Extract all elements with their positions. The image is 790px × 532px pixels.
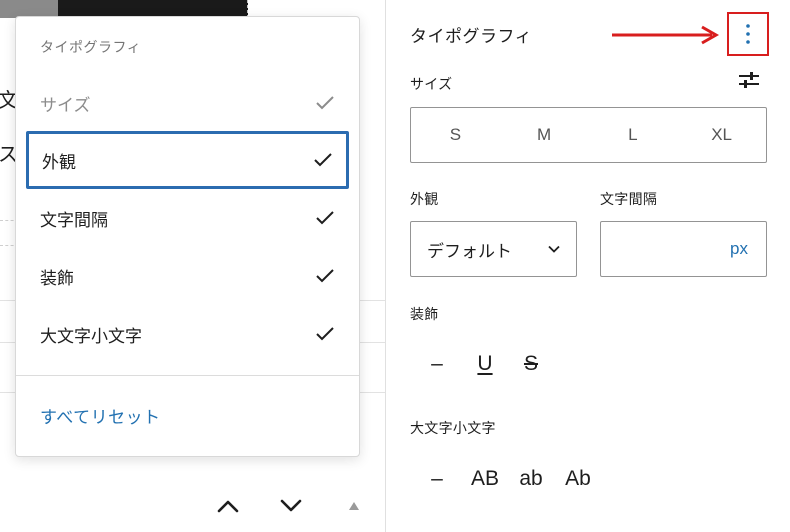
move-up-button[interactable] <box>214 492 242 520</box>
font-size-option-s[interactable]: S <box>411 125 500 145</box>
letter-case-none-button[interactable]: – <box>424 465 450 493</box>
chevron-down-icon <box>548 245 560 253</box>
letter-case-capitalize-button[interactable]: Ab <box>560 465 596 493</box>
decoration-none-button[interactable]: – <box>424 350 450 378</box>
chevron-up-icon <box>217 500 239 513</box>
typography-options-menu: タイポグラフィ サイズ 外観 文字間隔 装飾 大文字小文字 すべてリセット <box>15 16 360 457</box>
menu-item-label: 大文字小文字 <box>40 326 142 347</box>
menu-item-appearance[interactable]: 外観 <box>26 131 349 189</box>
font-size-picker: S M L XL <box>410 107 767 163</box>
size-label: サイズ <box>410 77 453 93</box>
menu-title: タイポグラフィ <box>40 40 142 56</box>
letter-spacing-input[interactable]: px <box>600 221 767 277</box>
sliders-icon <box>739 72 759 88</box>
move-down-button[interactable] <box>277 492 305 520</box>
chevron-down-icon <box>280 499 302 512</box>
check-icon <box>315 210 335 226</box>
decoration-label: 装飾 <box>410 307 439 323</box>
options-button[interactable] <box>729 14 767 54</box>
appearance-label: 外観 <box>410 192 439 208</box>
check-icon <box>315 326 335 342</box>
menu-item-label: サイズ <box>40 95 91 116</box>
typography-panel: タイポグラフィ サイズ S M L XL 外観 文字間隔 デフォルト px 装飾… <box>386 0 790 532</box>
menu-separator <box>16 375 359 376</box>
check-icon <box>313 152 333 168</box>
menu-item-letter-spacing[interactable]: 文字間隔 <box>26 189 349 247</box>
menu-item-letter-case[interactable]: 大文字小文字 <box>26 305 349 363</box>
appearance-value: デフォルト <box>427 241 512 262</box>
menu-item-label: 文字間隔 <box>40 210 108 231</box>
letter-case-label: 大文字小文字 <box>410 421 496 437</box>
scroll-up-button[interactable] <box>344 492 364 520</box>
font-size-option-l[interactable]: L <box>589 125 678 145</box>
font-size-option-m[interactable]: M <box>500 125 589 145</box>
reset-all-button[interactable]: すべてリセット <box>40 403 161 428</box>
font-size-option-xl[interactable]: XL <box>677 125 766 145</box>
menu-item-label: 装飾 <box>40 268 74 289</box>
decoration-strikethrough-button[interactable]: S <box>518 350 544 378</box>
letter-case-lowercase-button[interactable]: ab <box>514 465 548 493</box>
check-icon <box>315 268 335 284</box>
letter-case-uppercase-button[interactable]: AB <box>466 465 504 493</box>
custom-size-button[interactable] <box>738 70 760 94</box>
letter-spacing-label: 文字間隔 <box>600 192 658 208</box>
menu-item-label: 外観 <box>42 152 76 173</box>
triangle-up-icon <box>349 502 359 510</box>
panel-title: タイポグラフィ <box>410 27 533 47</box>
check-icon <box>315 95 335 111</box>
annotation-highlight-box <box>727 12 769 56</box>
kebab-menu-icon <box>746 24 750 44</box>
decoration-underline-button[interactable]: U <box>472 350 498 378</box>
annotation-arrow-icon <box>612 25 720 45</box>
menu-item-size[interactable]: サイズ <box>26 74 349 132</box>
letter-spacing-unit-select[interactable]: px <box>730 239 748 259</box>
menu-item-decoration[interactable]: 装飾 <box>26 247 349 305</box>
appearance-select[interactable]: デフォルト <box>410 221 577 277</box>
